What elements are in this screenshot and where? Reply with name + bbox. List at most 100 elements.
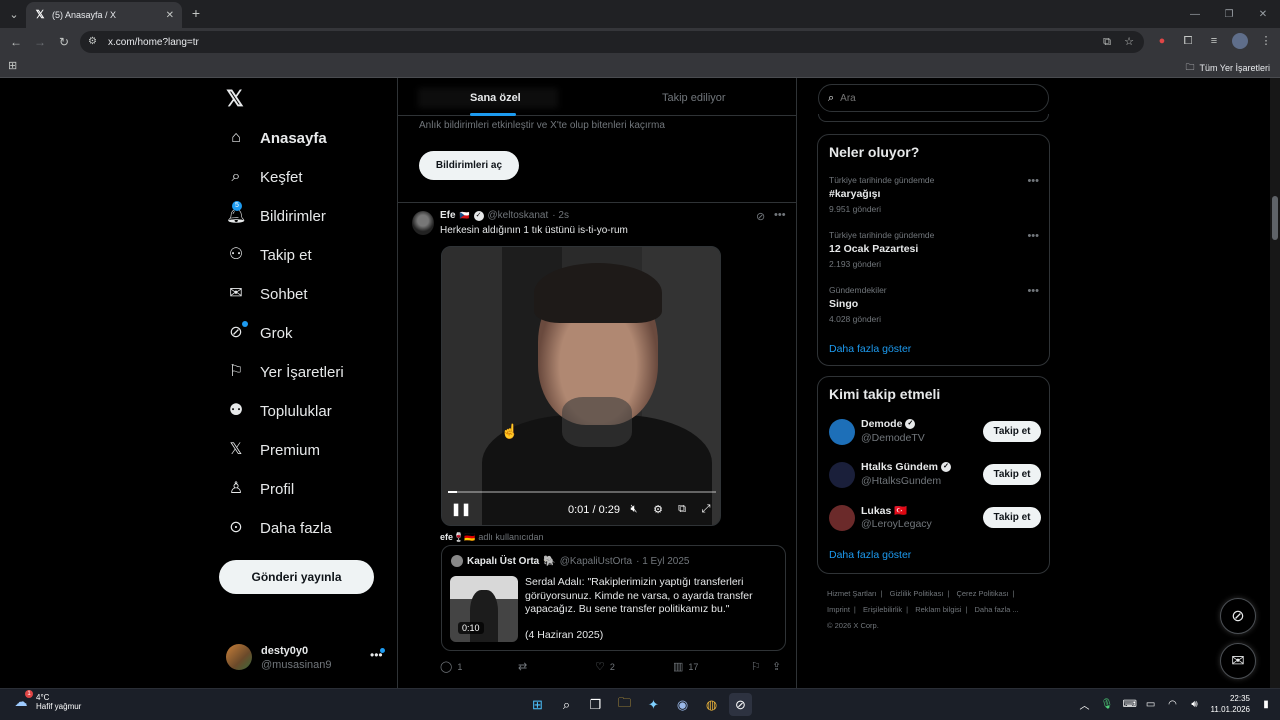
nav-item-grok[interactable]: ⊘ Grok <box>226 319 293 347</box>
forward-icon[interactable]: → <box>32 34 48 50</box>
extension-red-icon[interactable]: ● <box>1154 33 1170 49</box>
nav-item-profile[interactable]: ♙ Profil <box>226 475 294 503</box>
bookmark-button[interactable]: ⚐ <box>751 660 761 673</box>
wifi-icon[interactable]: ◠ <box>1167 699 1179 710</box>
video-player[interactable]: ☝ ❚❚ 0:01 / 0:29 🔇︎ ⚙ ⧉ ⤢ <box>441 246 721 526</box>
all-bookmarks-button[interactable]: 🗀 Tüm Yer İşaretleri <box>1185 60 1270 76</box>
nav-item-more[interactable]: ⊙ Daha fazla <box>226 514 331 542</box>
volume-icon[interactable]: 🔊︎ <box>1189 699 1201 710</box>
follow-suggestion[interactable]: Lukas 🇹🇷 @LeroyLegacy Takip et <box>829 503 1041 533</box>
windows-start-icon[interactable]: ⊞ <box>526 693 549 716</box>
new-tab-icon[interactable]: + <box>188 5 204 21</box>
footer-link-imprint[interactable]: Imprint <box>827 605 850 614</box>
tab-close-icon[interactable]: ✕ <box>166 10 174 21</box>
tweet[interactable]: Efe 🇨🇿 ✓ @keltoskanat · 2s ⊘ ••• Herkesi… <box>398 203 796 688</box>
trend-item[interactable]: Türkiye tarihinde gündemde #karyağışı 9.… <box>829 175 1039 214</box>
omnibox[interactable]: ⚙ x.com/home?lang=tr ⧉ ☆ <box>80 31 1144 53</box>
footer-link-terms[interactable]: Hizmet Şartları <box>827 589 877 598</box>
pause-icon[interactable]: ❚❚ <box>451 502 471 516</box>
enable-notifications-button[interactable]: Bildirimleri aç <box>419 151 519 180</box>
x-logo-icon[interactable]: 𝕏 <box>226 88 248 110</box>
source-user-name[interactable]: efe🍷🇩🇪 <box>440 532 475 543</box>
nav-item-chat[interactable]: ✉ Sohbet <box>226 280 307 308</box>
microphone-icon[interactable]: 🎙︎ <box>1101 699 1114 710</box>
tweet-author-name[interactable]: Efe <box>440 210 456 221</box>
search-icon[interactable]: ⌕ <box>555 693 578 716</box>
nav-item-communities[interactable]: ⚉ Topluluklar <box>226 397 332 425</box>
reading-list-icon[interactable]: ≡ <box>1206 33 1222 49</box>
like-button[interactable]: ♡ 2 <box>595 660 615 673</box>
chevron-up-icon[interactable]: ︿ <box>1079 697 1091 712</box>
share-button[interactable]: ⇪ <box>772 660 781 673</box>
install-app-icon[interactable]: ⧉ <box>1100 35 1114 49</box>
more-dots-icon[interactable]: ••• <box>1027 175 1039 187</box>
video-progress-bar[interactable] <box>448 491 716 493</box>
trends-show-more-link[interactable]: Daha fazla göster <box>829 343 911 355</box>
tab-following[interactable]: Takip ediliyor <box>662 92 726 104</box>
page-scrollbar[interactable] <box>1270 78 1280 688</box>
footer-link-privacy[interactable]: Gizlilik Politikası <box>890 589 944 598</box>
menu-kebab-icon[interactable]: ⋮ <box>1258 33 1274 49</box>
messages-float-button[interactable]: ✉ <box>1220 643 1256 679</box>
display-icon[interactable]: ▭ <box>1145 699 1157 710</box>
follow-button[interactable]: Takip et <box>983 421 1041 442</box>
footer-link-cookies[interactable]: Çerez Politikası <box>956 589 1008 598</box>
scrollbar-thumb[interactable] <box>1272 196 1278 240</box>
app-icon[interactable]: ◉ <box>671 693 694 716</box>
back-icon[interactable]: ← <box>8 34 24 50</box>
follow-suggestion[interactable]: Htalks Gündem ✓ @HtalksGundem Takip et <box>829 460 1041 490</box>
nav-item-home[interactable]: ⌂ Anasayfa <box>226 124 327 152</box>
app-icon[interactable]: ✦ <box>642 693 665 716</box>
avatar[interactable] <box>412 211 434 235</box>
quoted-tweet[interactable]: Kapalı Üst Orta 🐘 @KapaliUstOrta · 1 Eyl… <box>441 545 786 651</box>
mute-icon[interactable]: 🔇︎ <box>627 503 641 516</box>
keyboard-icon[interactable]: ⌨ <box>1123 699 1137 710</box>
fullscreen-icon[interactable]: ⤢ <box>699 503 713 516</box>
footer-link-accessibility[interactable]: Erişilebilirlik <box>863 605 902 614</box>
bookmark-star-icon[interactable]: ☆ <box>1122 35 1136 49</box>
weather-widget[interactable]: ☁ 1 4°C Hafif yağmur <box>12 690 81 711</box>
minimize-icon[interactable]: — <box>1178 0 1212 28</box>
extensions-puzzle-icon[interactable]: ⧠ <box>1180 33 1196 49</box>
restore-icon[interactable]: ❐ <box>1212 0 1246 28</box>
more-dots-icon[interactable]: ••• <box>1027 285 1039 297</box>
browser-tab[interactable]: 𝕏 (5) Anasayfa / X ✕ <box>26 2 182 28</box>
url-text[interactable]: x.com/home?lang=tr <box>108 37 1092 48</box>
reload-icon[interactable]: ↻ <box>56 34 72 50</box>
nav-item-premium[interactable]: 𝕏 Premium <box>226 436 320 464</box>
chrome-icon[interactable]: ◍ <box>700 693 723 716</box>
task-view-icon[interactable]: ❐ <box>584 693 607 716</box>
clock[interactable]: 22:35 11.01.2026 <box>1211 693 1250 715</box>
search-box[interactable]: ⌕ <box>818 84 1049 112</box>
footer-link-more[interactable]: Daha fazla ... <box>975 605 1019 614</box>
nav-item-follow[interactable]: ⚇ Takip et <box>226 241 312 269</box>
who-show-more-link[interactable]: Daha fazla göster <box>829 549 911 561</box>
more-dots-icon[interactable]: ••• <box>774 209 786 221</box>
active-app-icon[interactable]: ⊘ <box>729 693 752 716</box>
tweet-author-handle[interactable]: @keltoskanat <box>488 210 549 221</box>
retweet-button[interactable]: ⇄ <box>518 660 532 673</box>
more-dots-icon[interactable]: ••• <box>1027 230 1039 242</box>
tab-search-icon[interactable]: ⌄ <box>4 4 24 24</box>
follow-button[interactable]: Takip et <box>983 507 1041 528</box>
follow-button[interactable]: Takip et <box>983 464 1041 485</box>
site-info-icon[interactable]: ⚙ <box>88 36 100 48</box>
nav-item-notifications[interactable]: 🔔︎ 5 Bildirimler <box>226 201 326 230</box>
picture-in-picture-icon[interactable]: ⧉ <box>675 503 689 516</box>
nav-item-explore[interactable]: ⌕ Keşfet <box>226 163 303 191</box>
nav-item-bookmarks[interactable]: ⚐ Yer İşaretleri <box>226 358 344 386</box>
profile-avatar-icon[interactable] <box>1232 33 1248 49</box>
reply-button[interactable]: ◯ 1 <box>440 660 462 673</box>
account-switcher[interactable]: desty0y0 @musasinan9 ••• <box>226 642 386 672</box>
grok-float-button[interactable]: ⊘ <box>1220 598 1256 634</box>
trend-item[interactable]: Gündemdekiler Singo 4.028 gönderi ••• <box>829 285 1039 324</box>
trend-item[interactable]: Türkiye tarihinde gündemde 12 Ocak Pazar… <box>829 230 1039 269</box>
file-explorer-icon[interactable]: 🗀 <box>613 693 636 716</box>
grok-explain-icon[interactable]: ⊘ <box>756 210 765 223</box>
search-input[interactable] <box>840 92 1021 104</box>
settings-gear-icon[interactable]: ⚙ <box>651 503 665 516</box>
notifications-icon[interactable]: ▮ <box>1260 699 1272 710</box>
post-button[interactable]: Gönderi yayınla <box>219 560 374 594</box>
footer-link-ads-info[interactable]: Reklam bilgisi <box>915 605 961 614</box>
close-window-icon[interactable]: ✕ <box>1246 0 1280 28</box>
